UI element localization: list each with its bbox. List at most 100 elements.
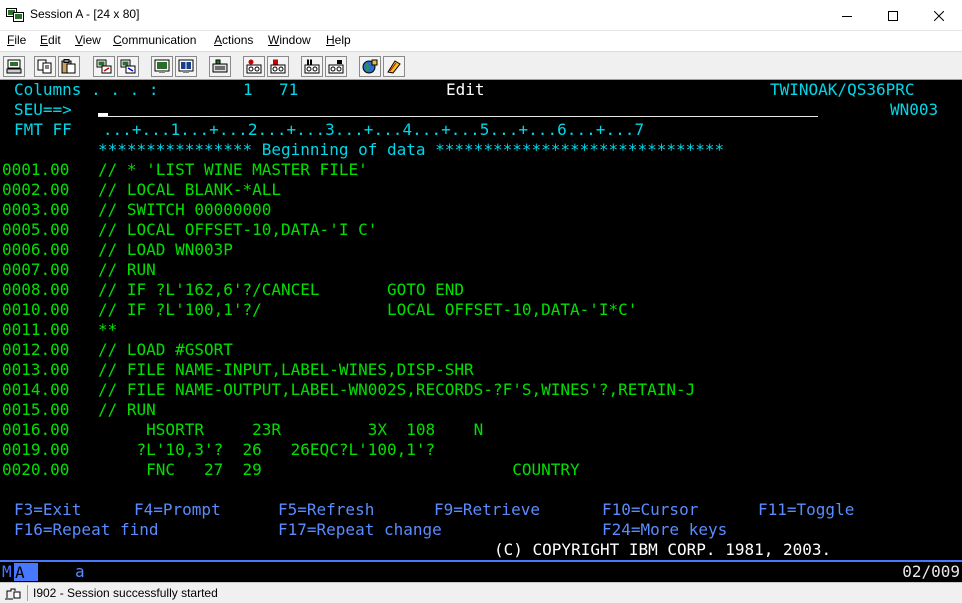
source-text[interactable]: // * 'LIST WINE MASTER FILE' bbox=[98, 160, 368, 180]
macro-stop-button[interactable] bbox=[267, 56, 289, 77]
print-screen-button[interactable] bbox=[3, 56, 25, 77]
macro-record-button[interactable] bbox=[243, 56, 265, 77]
begin-marker-row: **************** Beginning of data *****… bbox=[0, 140, 724, 160]
keyboard-button[interactable] bbox=[209, 56, 231, 77]
sequence-number: 0003.00 bbox=[2, 200, 70, 219]
sequence-number: 0011.00 bbox=[2, 320, 70, 339]
source-line[interactable]: 0002.00 // LOCAL BLANK-*ALL bbox=[0, 180, 281, 200]
source-text[interactable]: // LOCAL BLANK-*ALL bbox=[98, 180, 281, 200]
receive-icon bbox=[120, 59, 136, 74]
source-line[interactable]: 0010.00 // IF ?L'100,1'?/ LOCAL OFFSET-1… bbox=[0, 300, 637, 320]
f11-toggle-key[interactable]: F11=Toggle bbox=[758, 500, 854, 520]
display-alt-button[interactable] bbox=[175, 56, 197, 77]
source-text[interactable]: FNC 27 29 COUNTRY bbox=[98, 460, 579, 480]
source-text[interactable]: // IF ?L'162,6'?/CANCEL GOTO END bbox=[98, 280, 464, 300]
maximize-button[interactable] bbox=[870, 0, 916, 31]
sequence-number: 0008.00 bbox=[2, 280, 70, 299]
f5-refresh-key[interactable]: F5=Refresh bbox=[278, 500, 374, 520]
f10-cursor-key[interactable]: F10=Cursor bbox=[602, 500, 698, 520]
f24-more-keys-key[interactable]: F24=More keys bbox=[602, 520, 727, 540]
display-button[interactable] bbox=[151, 56, 173, 77]
f3-exit-key[interactable]: F3=Exit bbox=[14, 500, 81, 520]
menu-window[interactable]: Window bbox=[268, 33, 311, 47]
menu-view[interactable]: View bbox=[75, 33, 101, 47]
function-keys-row-2: F16=Repeat find F17=Repeat change F24=Mo… bbox=[0, 520, 727, 540]
notepad-icon bbox=[387, 60, 401, 74]
source-text[interactable]: // FILE NAME-OUTPUT,LABEL-WN002S,RECORDS… bbox=[98, 380, 695, 400]
macro-play-button[interactable] bbox=[301, 56, 323, 77]
web-button[interactable] bbox=[359, 56, 381, 77]
source-text[interactable]: // FILE NAME-INPUT,LABEL-WINES,DISP-SHR bbox=[98, 360, 474, 380]
maximize-icon bbox=[888, 10, 898, 21]
send-button[interactable] bbox=[93, 56, 115, 77]
source-line[interactable]: 0008.00 // IF ?L'162,6'?/CANCEL GOTO END bbox=[0, 280, 464, 300]
source-line[interactable]: 0014.00 // FILE NAME-OUTPUT,LABEL-WN002S… bbox=[0, 380, 695, 400]
play-icon bbox=[304, 59, 320, 74]
source-text[interactable]: // LOAD #GSORT bbox=[98, 340, 233, 360]
menu-file[interactable]: File bbox=[7, 33, 26, 47]
seu-command-input[interactable] bbox=[98, 116, 818, 117]
terminal-screen[interactable]: Columns . . . : 1 71 Edit TWINOAK/QS36PR… bbox=[0, 80, 962, 560]
menu-bar: File Edit View Communication Actions Win… bbox=[0, 31, 962, 51]
menu-edit[interactable]: Edit bbox=[40, 33, 61, 47]
source-line[interactable]: 0007.00 // RUN bbox=[0, 260, 156, 280]
columns-label: Columns . . . : bbox=[14, 80, 159, 99]
source-text[interactable]: // LOAD WN003P bbox=[98, 240, 233, 260]
stop-icon bbox=[270, 59, 286, 74]
menu-communication[interactable]: Communication bbox=[113, 33, 196, 47]
menu-actions[interactable]: Actions bbox=[214, 33, 253, 47]
cursor-position: 02/009 bbox=[902, 562, 960, 581]
paste-icon bbox=[61, 59, 76, 74]
sequence-number: 0001.00 bbox=[2, 160, 70, 179]
sequence-number: 0016.00 bbox=[2, 420, 70, 439]
source-line[interactable]: 0013.00 // FILE NAME-INPUT,LABEL-WINES,D… bbox=[0, 360, 474, 380]
macro-select-button[interactable] bbox=[325, 56, 347, 77]
source-line[interactable]: 0015.00 // RUN bbox=[0, 400, 156, 420]
source-text[interactable]: // IF ?L'100,1'?/ LOCAL OFFSET-10,DATA-'… bbox=[98, 300, 637, 320]
connection-status-icon bbox=[5, 587, 21, 603]
source-line[interactable]: 0011.00 ** bbox=[0, 320, 117, 340]
tape-icon bbox=[328, 60, 344, 74]
terminal-app-icon[interactable] bbox=[6, 8, 24, 22]
sequence-number: 0020.00 bbox=[2, 460, 70, 479]
fmt-label: FMT FF bbox=[14, 120, 72, 139]
sequence-number: 0007.00 bbox=[2, 260, 70, 279]
menu-help[interactable]: Help bbox=[326, 33, 351, 47]
source-text[interactable]: HSORTR 23R 3X 108 N bbox=[98, 420, 483, 440]
minimize-button[interactable] bbox=[824, 0, 870, 31]
source-line[interactable]: 0019.00 ?L'10,3'? 26 26EQC?L'100,1'? bbox=[0, 440, 435, 460]
edit-mode: Edit bbox=[446, 80, 485, 99]
status-message: I902 - Session successfully started bbox=[33, 586, 218, 600]
function-keys-row-1: F3=Exit F4=Prompt F5=Refresh F9=Retrieve… bbox=[0, 500, 854, 520]
source-text[interactable]: // SWITCH 00000000 bbox=[98, 200, 271, 220]
source-text[interactable]: // LOCAL OFFSET-10,DATA-'I C' bbox=[98, 220, 377, 240]
source-line[interactable]: 0012.00 // LOAD #GSORT bbox=[0, 340, 233, 360]
close-button[interactable] bbox=[916, 0, 962, 31]
copy-button[interactable] bbox=[34, 56, 56, 77]
copy-icon bbox=[37, 59, 52, 74]
header-row-2: SEU==> WN003 bbox=[0, 100, 938, 120]
f9-retrieve-key[interactable]: F9=Retrieve bbox=[434, 500, 540, 520]
source-line[interactable]: 0001.00 // * 'LIST WINE MASTER FILE' bbox=[0, 160, 368, 180]
f17-repeat-change-key[interactable]: F17=Repeat change bbox=[278, 520, 442, 540]
sequence-number: 0005.00 bbox=[2, 220, 70, 239]
header-row-1: Columns . . . : 1 71 Edit TWINOAK/QS36PR… bbox=[0, 80, 915, 100]
source-line[interactable]: 0020.00 FNC 27 29 COUNTRY bbox=[0, 460, 580, 480]
oia-session-indicator: a bbox=[75, 562, 85, 581]
source-line[interactable]: 0006.00 // LOAD WN003P bbox=[0, 240, 233, 260]
paste-button[interactable] bbox=[58, 56, 80, 77]
source-line[interactable]: 0003.00 // SWITCH 00000000 bbox=[0, 200, 271, 220]
member-name: WN003 bbox=[890, 100, 939, 119]
help-button[interactable] bbox=[383, 56, 405, 77]
record-icon bbox=[246, 59, 262, 74]
source-line[interactable]: 0016.00 HSORTR 23R 3X 108 N bbox=[0, 420, 483, 440]
source-text[interactable]: // RUN bbox=[98, 260, 156, 280]
source-line[interactable]: 0005.00 // LOCAL OFFSET-10,DATA-'I C' bbox=[0, 220, 377, 240]
source-text[interactable]: // RUN bbox=[98, 400, 156, 420]
globe-icon bbox=[362, 59, 378, 74]
f16-repeat-find-key[interactable]: F16=Repeat find bbox=[14, 520, 159, 540]
source-text[interactable]: ** bbox=[98, 320, 117, 340]
receive-button[interactable] bbox=[117, 56, 139, 77]
f4-prompt-key[interactable]: F4=Prompt bbox=[134, 500, 221, 520]
source-text[interactable]: ?L'10,3'? 26 26EQC?L'100,1'? bbox=[98, 440, 436, 460]
